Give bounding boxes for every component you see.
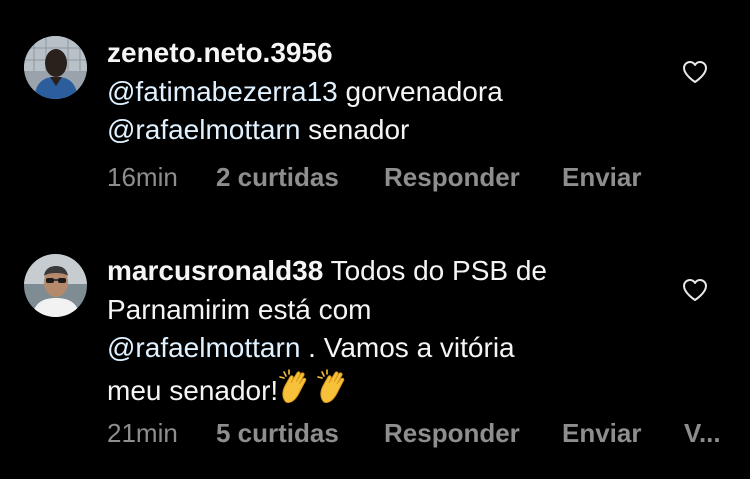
comment-text: marcusronald38 Todos do PSB de Parnamiri…	[107, 252, 647, 414]
mention-link[interactable]: @rafaelmottarn	[107, 114, 300, 145]
mention-link[interactable]: @fatimabezerra13	[107, 76, 338, 107]
reply-button[interactable]: Responder	[384, 162, 520, 193]
timestamp: 16min	[107, 162, 178, 192]
timestamp: 21min	[107, 418, 178, 448]
comment-text-segment: gorvenadora	[337, 75, 503, 107]
likes-count[interactable]: 2 curtidas	[216, 162, 339, 193]
comment-text-segment: senador	[300, 114, 410, 145]
comment-text-segment: Todos do PSB de	[323, 255, 547, 286]
mention-link[interactable]: @rafaelmottarn	[107, 332, 300, 363]
heart-outline-icon[interactable]	[682, 60, 708, 84]
send-button[interactable]: Enviar	[562, 418, 642, 449]
avatar[interactable]	[24, 254, 87, 317]
reply-button[interactable]: Responder	[384, 418, 520, 449]
avatar[interactable]	[24, 36, 87, 99]
username[interactable]: zeneto.neto.3956	[107, 37, 333, 68]
comment-text-segment: meu senador!	[107, 374, 279, 406]
likes-count[interactable]: 5 curtidas	[216, 418, 339, 449]
view-more-button[interactable]: V...	[684, 418, 721, 449]
comment-text: zeneto.neto.3956 @fatimabezerra13 gorven…	[107, 34, 647, 150]
clapping-hands-emoji	[278, 368, 354, 415]
comment-text-segment: Parnamirim está com	[107, 293, 372, 325]
comment-text-segment: . Vamos a vitória	[300, 332, 515, 363]
send-button[interactable]: Enviar	[562, 162, 642, 193]
username[interactable]: marcusronald38	[107, 255, 323, 286]
heart-outline-icon[interactable]	[682, 278, 708, 302]
